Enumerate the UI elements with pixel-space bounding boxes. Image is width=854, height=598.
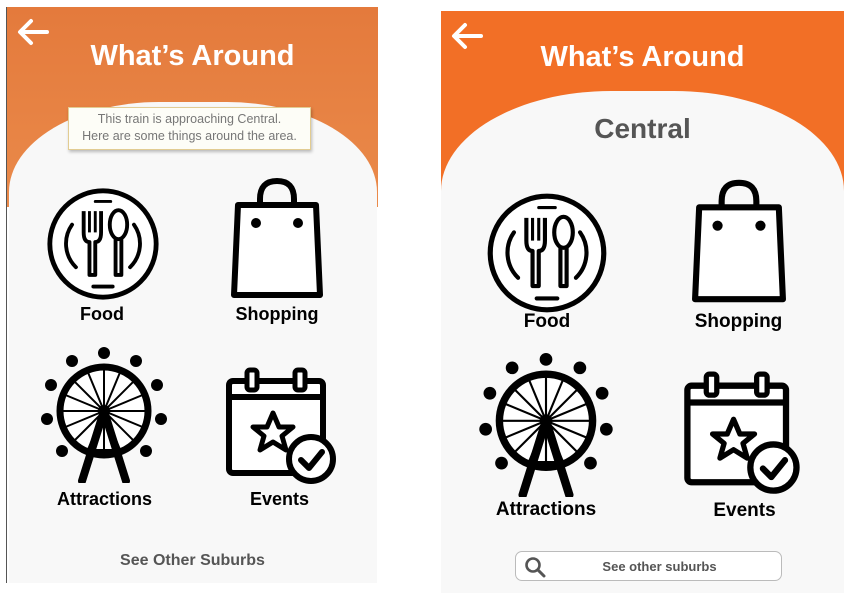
attractions-label: Attractions [495,499,597,520]
shopping-label: Shopping [235,304,319,324]
page-title: What’s Around [540,41,745,73]
search-placeholder: See other suburbs [602,559,717,574]
attractions-tile[interactable]: Attractions [32,347,177,512]
shopping-bag-icon [691,178,787,304]
events-label: Events [249,489,310,509]
approaching-notice: This train is approaching Central. Here … [68,107,311,150]
notice-line-1: This train is approaching Central. [97,112,282,126]
page-title: What’s Around [90,40,295,72]
suburb-title: Central [594,113,691,144]
shopping-tile[interactable]: Shopping [676,178,801,338]
plate-cutlery-icon [45,182,161,306]
events-tile[interactable]: Events [217,367,342,512]
calendar-star-check-icon [225,367,339,489]
food-tile[interactable]: Food [37,182,167,332]
food-label: Food [523,311,571,332]
suburb-search[interactable]: See other suburbs [515,551,782,581]
ferris-wheel-icon [478,353,614,497]
food-tile[interactable]: Food [479,189,615,344]
ferris-wheel-icon [40,347,168,483]
attractions-tile[interactable]: Attractions [476,353,616,525]
shopping-bag-icon [230,177,324,299]
shopping-tile[interactable]: Shopping [212,177,342,332]
screen-before: What’s Around This train is approaching … [6,7,378,583]
events-label: Events [713,500,776,521]
shopping-label: Shopping [694,311,783,332]
calendar-star-check-icon [681,371,805,499]
attractions-label: Attractions [56,489,152,509]
search-icon [525,557,546,578]
notice-line-2: Here are some things around the area. [82,129,297,143]
see-other-suburbs-link[interactable]: See Other Suburbs [7,552,378,570]
events-tile[interactable]: Events [677,371,812,526]
screen-after: What’s Around Central Food Shopping Attr… [441,11,844,593]
food-label: Food [80,304,124,324]
plate-cutlery-icon [483,189,611,317]
